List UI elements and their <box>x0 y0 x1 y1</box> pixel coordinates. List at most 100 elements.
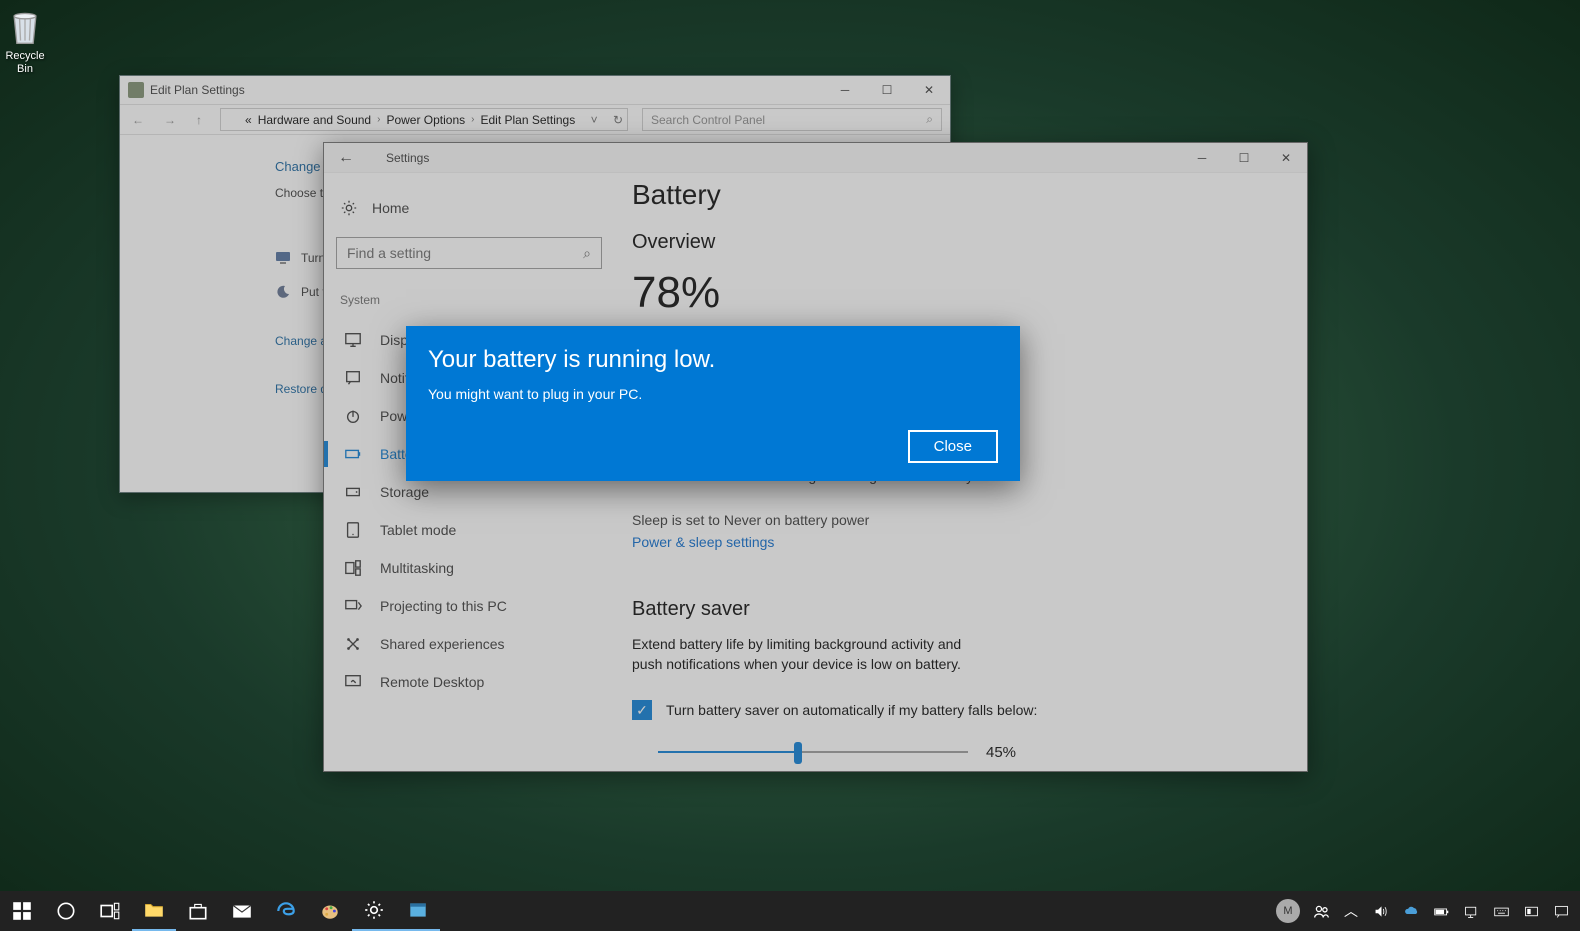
people-icon[interactable] <box>1306 891 1336 931</box>
close-button[interactable]: ✕ <box>1265 143 1307 173</box>
circle-icon <box>55 900 77 922</box>
taskbar: M ︿ <box>0 891 1580 931</box>
sidebar-item-projecting[interactable]: Projecting to this PC <box>336 587 602 625</box>
settings-taskbar-button[interactable] <box>352 891 396 931</box>
nav-back-button[interactable]: ← <box>128 109 148 131</box>
paint-button[interactable] <box>308 891 352 931</box>
task-view-icon <box>99 900 121 922</box>
breadcrumb[interactable]: Power Options <box>386 113 465 127</box>
search-icon: ⌕ <box>583 245 591 262</box>
saver-threshold-slider[interactable] <box>658 751 968 755</box>
sidebar-item-multitasking[interactable]: Multitasking <box>336 549 602 587</box>
maximize-button[interactable]: ☐ <box>1223 143 1265 173</box>
close-button[interactable]: ✕ <box>908 76 950 104</box>
dropdown-icon[interactable]: ˅ <box>591 113 598 127</box>
breadcrumb[interactable]: Hardware and Sound <box>258 113 371 127</box>
slider-value: 45% <box>986 744 1016 761</box>
battery-saver-heading: Battery saver <box>632 598 1277 621</box>
battery-icon <box>344 445 362 463</box>
action-center-icon[interactable] <box>1546 891 1576 931</box>
sidebar-item-label: Shared experiences <box>380 636 505 652</box>
page-title: Battery <box>632 179 1277 211</box>
folder-icon <box>143 899 165 921</box>
sidebar-home[interactable]: Home <box>336 191 602 225</box>
search-icon: ⌕ <box>926 112 933 127</box>
settings-title-text: Settings <box>386 151 429 165</box>
settings-titlebar[interactable]: ← Settings ─ ☐ ✕ <box>324 143 1307 173</box>
sidebar-item-label: Tablet mode <box>380 522 456 538</box>
gear-icon <box>363 899 385 921</box>
overview-heading: Overview <box>632 231 1277 254</box>
window-icon <box>407 899 429 921</box>
nav-forward-button[interactable]: → <box>160 109 180 131</box>
settings-search-input[interactable]: Find a setting ⌕ <box>336 237 602 269</box>
store-icon <box>187 900 209 922</box>
gear-icon <box>340 199 358 217</box>
cp-search-input[interactable]: Search Control Panel ⌕ <box>642 108 942 131</box>
paint-icon <box>319 900 341 922</box>
search-placeholder: Find a setting <box>347 245 431 261</box>
control-panel-taskbar-button[interactable] <box>396 891 440 931</box>
breadcrumb[interactable]: Edit Plan Settings <box>481 113 576 127</box>
multitasking-icon <box>344 559 362 577</box>
input-indicator-icon[interactable] <box>1516 891 1546 931</box>
task-view-button[interactable] <box>88 891 132 931</box>
file-explorer-button[interactable] <box>132 891 176 931</box>
address-bar[interactable]: « Hardware and Sound › Power Options › E… <box>220 108 628 131</box>
edge-button[interactable] <box>264 891 308 931</box>
network-icon[interactable] <box>1456 891 1486 931</box>
cortana-button[interactable] <box>44 891 88 931</box>
sidebar-item-label: Multitasking <box>380 560 454 576</box>
tablet-icon <box>344 521 362 539</box>
maximize-button[interactable]: ☐ <box>866 76 908 104</box>
back-button[interactable]: ← <box>338 149 354 167</box>
refresh-icon[interactable]: ↻ <box>613 113 623 127</box>
store-button[interactable] <box>176 891 220 931</box>
storage-icon <box>344 483 362 501</box>
power-icon <box>344 407 362 425</box>
recycle-bin-icon[interactable]: Recycle Bin <box>5 8 45 76</box>
start-button[interactable] <box>0 891 44 931</box>
cp-title-text: Edit Plan Settings <box>150 83 245 97</box>
volume-icon[interactable] <box>1366 891 1396 931</box>
trash-icon <box>8 8 42 46</box>
chevron-right-icon: › <box>471 114 474 125</box>
sidebar-item-label: Projecting to this PC <box>380 598 507 614</box>
sidebar-item-label: Remote Desktop <box>380 674 484 690</box>
chevron-right-icon: › <box>377 114 380 125</box>
dialog-title: Your battery is running low. <box>428 346 998 374</box>
projecting-icon <box>344 597 362 615</box>
onedrive-icon[interactable] <box>1396 891 1426 931</box>
moon-icon <box>275 284 291 300</box>
user-avatar[interactable]: M <box>1276 899 1300 923</box>
minimize-button[interactable]: ─ <box>1181 143 1223 173</box>
auto-saver-checkbox[interactable]: ✓ <box>632 700 652 720</box>
sidebar-item-remote[interactable]: Remote Desktop <box>336 663 602 701</box>
mail-icon <box>231 900 253 922</box>
close-button[interactable]: Close <box>908 430 998 463</box>
system-tray: M ︿ <box>1276 891 1580 931</box>
notifications-icon <box>344 369 362 387</box>
home-label: Home <box>372 200 409 216</box>
sleep-never-text: Sleep is set to Never on battery power <box>632 512 1277 528</box>
keyboard-icon[interactable] <box>1486 891 1516 931</box>
remote-icon <box>344 673 362 691</box>
search-placeholder: Search Control Panel <box>651 113 765 127</box>
sidebar-item-tablet[interactable]: Tablet mode <box>336 511 602 549</box>
shared-icon <box>344 635 362 653</box>
auto-saver-label: Turn battery saver on automatically if m… <box>666 702 1037 718</box>
dialog-body: You might want to plug in your PC. <box>428 386 998 402</box>
battery-saver-desc: Extend battery life by limiting backgrou… <box>632 635 992 674</box>
power-sleep-link[interactable]: Power & sleep settings <box>632 534 774 550</box>
low-battery-dialog: Your battery is running low. You might w… <box>406 326 1020 481</box>
cp-title-icon <box>128 82 144 98</box>
slider-thumb[interactable] <box>794 742 802 764</box>
minimize-button[interactable]: ─ <box>824 76 866 104</box>
nav-up-button[interactable]: ↑ <box>192 109 206 131</box>
sidebar-item-shared[interactable]: Shared experiences <box>336 625 602 663</box>
windows-icon <box>11 900 33 922</box>
battery-tray-icon[interactable] <box>1426 891 1456 931</box>
tray-overflow-icon[interactable]: ︿ <box>1336 891 1366 931</box>
chevron-left-icon: « <box>245 113 252 127</box>
mail-button[interactable] <box>220 891 264 931</box>
